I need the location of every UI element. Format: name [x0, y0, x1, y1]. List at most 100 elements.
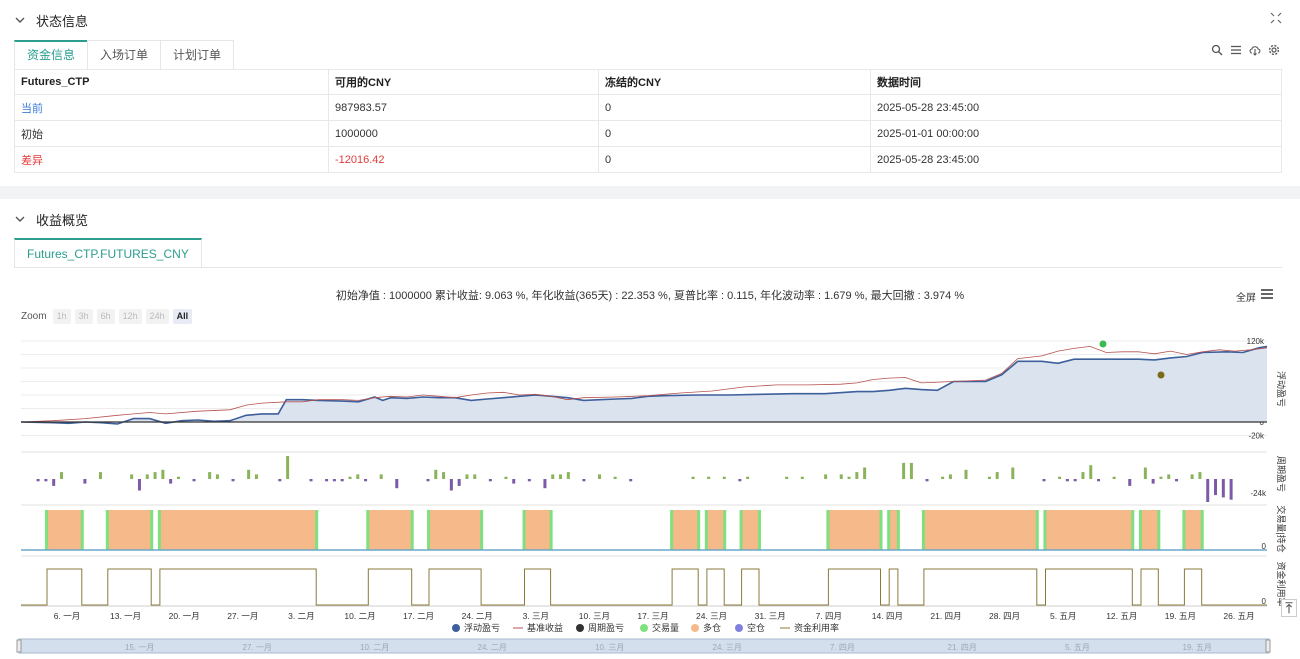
period-pnl-bar: [1206, 479, 1210, 502]
zoom-3h-button[interactable]: 3h: [74, 309, 93, 324]
zoom-all-button[interactable]: All: [172, 309, 193, 324]
trade-volume-bar: [1200, 510, 1204, 550]
legend-item: 多仓: [703, 622, 721, 633]
tab-plan-orders[interactable]: 计划订单: [160, 40, 235, 69]
status-tabs: 资金信息 入场订单 计划订单: [14, 40, 235, 69]
y-tick-label: -24k: [1250, 489, 1267, 498]
tab-funds[interactable]: 资金信息: [14, 40, 89, 69]
period-pnl-bar: [1167, 474, 1171, 479]
x-tick-label: 26. 五月: [1223, 611, 1254, 621]
long-position-block: [1184, 510, 1202, 550]
period-pnl-bar: [504, 476, 508, 479]
period-pnl-bar: [325, 479, 329, 482]
cell-available: -12016.42: [328, 146, 599, 173]
navigator-tick-label: 24. 三月: [713, 643, 742, 652]
x-tick-label: 24. 二月: [462, 611, 493, 621]
trade-volume-bar: [80, 510, 84, 550]
col-header-exchange: Futures_CTP: [14, 69, 329, 95]
period-pnl-bar: [356, 474, 360, 479]
period-pnl-bar: [785, 476, 789, 479]
period-pnl-bar: [215, 474, 219, 479]
period-pnl-bar: [909, 462, 913, 479]
period-pnl-bar: [839, 474, 843, 479]
trade-volume-bar: [921, 510, 925, 550]
period-pnl-bar: [254, 474, 258, 479]
x-tick-label: 27. 一月: [227, 611, 258, 621]
period-pnl-bar: [902, 462, 906, 479]
legend-item: 基准收益: [527, 622, 563, 633]
period-pnl-bar: [1065, 479, 1069, 482]
cell-available: 987983.57: [328, 94, 599, 121]
profit-chart[interactable]: 120k100k80k60k40k20k0-20k浮动盈亏-24k周期盈亏0交易…: [0, 329, 1300, 659]
scroll-top-button[interactable]: [1281, 599, 1297, 617]
zoom-12h-button[interactable]: 12h: [118, 309, 142, 324]
period-pnl-bar: [824, 474, 828, 479]
legend-swatch: [640, 624, 648, 632]
period-pnl-bar: [941, 476, 945, 479]
fullscreen-button[interactable]: 全屏: [1236, 289, 1256, 304]
zoom-6h-button[interactable]: 6h: [96, 309, 115, 324]
zoom-1h-button[interactable]: 1h: [52, 309, 71, 324]
period-pnl-bar: [59, 472, 63, 479]
trade-volume-bar: [739, 510, 743, 550]
collapse-icon[interactable]: [1270, 12, 1282, 24]
performance-summary: 初始净值 : 1000000 累计收益: 9.063 %, 年化收益(365天)…: [335, 290, 965, 302]
period-pnl-bar: [1089, 465, 1093, 479]
x-tick-label: 14. 四月: [872, 611, 903, 621]
chevron-down-icon[interactable]: [12, 12, 28, 28]
menu-icon[interactable]: [1261, 288, 1273, 300]
legend-swatch: [576, 624, 584, 632]
period-pnl-bar: [559, 474, 563, 479]
navigator-tick-label: 10. 三月: [595, 643, 624, 652]
tab-futures-cny[interactable]: Futures_CTP.FUTURES_CNY: [14, 238, 202, 268]
long-position-block: [47, 510, 82, 550]
y-tick-label: -20k: [1248, 432, 1265, 441]
max-marker: [1099, 340, 1107, 348]
period-pnl-bar: [995, 472, 999, 479]
navigator-tick-label: 5. 五月: [1065, 643, 1090, 652]
period-pnl-bar: [1011, 467, 1015, 479]
x-tick-label: 3. 三月: [523, 611, 549, 621]
period-pnl-bar: [746, 476, 750, 479]
x-tick-label: 17. 三月: [637, 611, 668, 621]
x-tick-label: 5. 五月: [1050, 611, 1076, 621]
drawdown-marker: [1157, 371, 1165, 379]
cell-time: 2025-05-28 23:45:00: [870, 146, 1282, 173]
list-icon[interactable]: [1230, 44, 1242, 56]
y-tick-label: 0: [1262, 542, 1267, 551]
chevron-down-icon[interactable]: [12, 211, 28, 227]
period-pnl-bar: [691, 476, 695, 479]
legend-item: 交易量: [652, 622, 679, 633]
table-row: 初始 1000000 0 2025-01-01 00:00:00: [14, 120, 1282, 147]
x-tick-label: 17. 二月: [403, 611, 434, 621]
status-panel-header[interactable]: 状态信息: [12, 10, 88, 30]
float-pnl-area: [21, 346, 1267, 424]
trade-volume-bar: [1131, 510, 1135, 550]
period-pnl-bar: [247, 469, 251, 479]
period-pnl-bar: [153, 472, 157, 479]
navigator-tick-label: 10. 二月: [360, 643, 389, 652]
profit-panel-header[interactable]: 收益概览: [12, 209, 88, 229]
period-pnl-bar: [1058, 476, 1062, 479]
period-pnl-bar: [722, 476, 726, 479]
funds-table: Futures_CTP 可用的CNY 冻结的CNY 数据时间 当前 987983…: [14, 69, 1282, 173]
long-position-block: [741, 510, 759, 550]
search-icon[interactable]: [1211, 44, 1223, 56]
period-pnl-bar: [137, 479, 141, 491]
arrow-up-icon: [1285, 602, 1293, 614]
period-pnl-bar: [457, 479, 461, 486]
x-tick-label: 31. 三月: [755, 611, 786, 621]
period-pnl-bar: [543, 479, 547, 489]
trade-volume-bar: [896, 510, 900, 550]
tab-entry-orders[interactable]: 入场订单: [87, 40, 162, 69]
gear-icon[interactable]: [1268, 44, 1280, 56]
cloud-download-icon[interactable]: [1249, 44, 1261, 56]
period-pnl-bar: [364, 479, 368, 482]
legend-swatch: [691, 624, 699, 632]
period-pnl-bar: [987, 476, 991, 479]
period-pnl-bar: [434, 469, 438, 479]
pane-label-period-pnl: 周期盈亏: [1276, 456, 1286, 492]
zoom-24h-button[interactable]: 24h: [145, 309, 169, 324]
period-pnl-bar: [278, 479, 282, 482]
x-tick-label: 10. 二月: [344, 611, 375, 621]
